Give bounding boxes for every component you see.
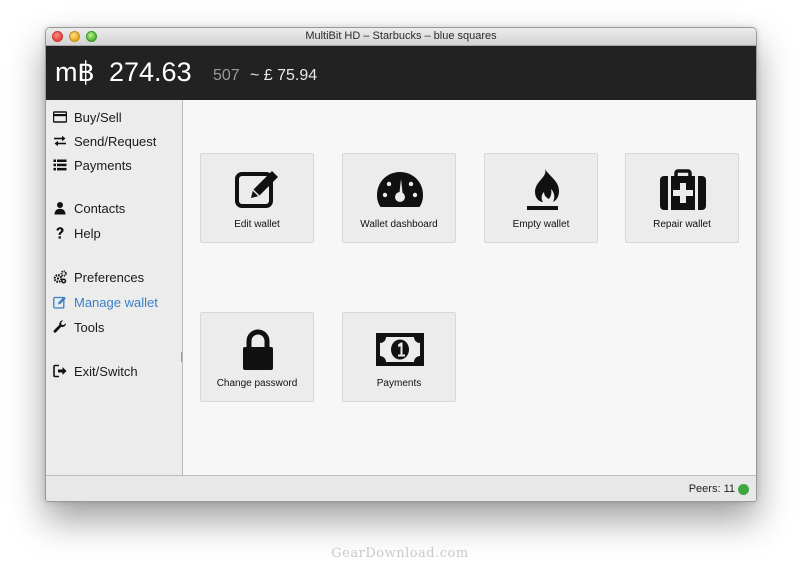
sidebar-item-label: Preferences — [74, 269, 145, 285]
lock-icon — [234, 327, 282, 371]
window-title: MultiBit HD – Starbucks – blue squares — [305, 30, 497, 42]
balance-symbol: m฿ — [55, 57, 95, 87]
change-password-button[interactable]: Change password — [200, 312, 314, 402]
wrench-icon — [53, 320, 67, 334]
exchange-arrows-icon — [53, 134, 67, 148]
edit-wallet-button[interactable]: Edit wallet — [200, 153, 314, 243]
sidebar-item-buy-sell[interactable]: Buy/Sell — [53, 108, 122, 126]
tile-label: Repair wallet — [653, 219, 711, 230]
edit-icon — [53, 295, 67, 309]
sidebar-item-tools[interactable]: Tools — [53, 318, 104, 336]
sign-out-icon — [53, 364, 67, 378]
sidebar-item-contacts[interactable]: Contacts — [53, 199, 125, 217]
payments-button[interactable]: Payments — [342, 312, 456, 402]
sidebar-item-label: Payments — [74, 157, 132, 173]
question-icon — [53, 226, 67, 240]
sidebar-item-label: Send/Request — [74, 133, 157, 149]
wallet-dashboard-button[interactable]: Wallet dashboard — [342, 153, 456, 243]
credit-card-icon — [53, 110, 67, 124]
gears-icon — [53, 270, 67, 284]
balance-small-digits: 507 — [213, 67, 240, 84]
tile-label: Payments — [376, 378, 422, 389]
balance-main: 274.63 — [109, 57, 192, 87]
tile-label: Change password — [216, 378, 298, 389]
medkit-icon — [659, 168, 707, 212]
list-icon — [53, 158, 67, 172]
sidebar-item-label: Manage wallet — [74, 294, 158, 310]
sidebar-item-help[interactable]: Help — [53, 224, 101, 242]
repair-wallet-button[interactable]: Repair wallet — [625, 153, 739, 243]
balance-fiat: ~ £ 75.94 — [250, 67, 318, 84]
sidebar-item-send-request[interactable]: Send/Request — [53, 132, 156, 150]
empty-wallet-button[interactable]: Empty wallet — [484, 153, 598, 243]
sidebar-item-label: Help — [74, 225, 101, 241]
tile-label: Wallet dashboard — [360, 219, 438, 230]
edit-icon — [234, 168, 282, 212]
status-bar: Peers: 11 — [46, 475, 756, 501]
sidebar-item-label: Tools — [74, 319, 105, 335]
peers-count: Peers: 11 — [688, 483, 735, 495]
sidebar-item-label: Buy/Sell — [74, 109, 122, 125]
sidebar-item-label: Exit/Switch — [74, 363, 138, 379]
sidebar-item-label: Contacts — [74, 200, 126, 216]
dashboard-icon — [376, 168, 424, 212]
tile-label: Empty wallet — [512, 219, 570, 230]
balance-header: m฿ 274.63 507 ~ £ 75.94 — [46, 46, 756, 100]
watermark: GearDownload.com — [331, 546, 469, 561]
sidebar-item-manage-wallet[interactable]: Manage wallet — [53, 293, 158, 311]
fire-icon — [518, 168, 566, 212]
user-icon — [53, 201, 67, 215]
connection-status-indicator — [738, 484, 749, 495]
sidebar-item-payments[interactable]: Payments — [53, 156, 132, 174]
tile-label: Edit wallet — [234, 219, 280, 230]
title-bar: MultiBit HD – Starbucks – blue squares — [46, 28, 756, 46]
money-icon — [376, 327, 424, 371]
sidebar-item-exit-switch[interactable]: Exit/Switch — [53, 362, 138, 380]
sidebar: Buy/Sell Send/Request Payments Contacts … — [46, 100, 184, 475]
app-window: MultiBit HD – Starbucks – blue squares m… — [45, 27, 757, 502]
sidebar-item-preferences[interactable]: Preferences — [53, 268, 144, 286]
manage-wallet-panel: Edit wallet Wallet dashboard Empty walle… — [183, 100, 756, 475]
